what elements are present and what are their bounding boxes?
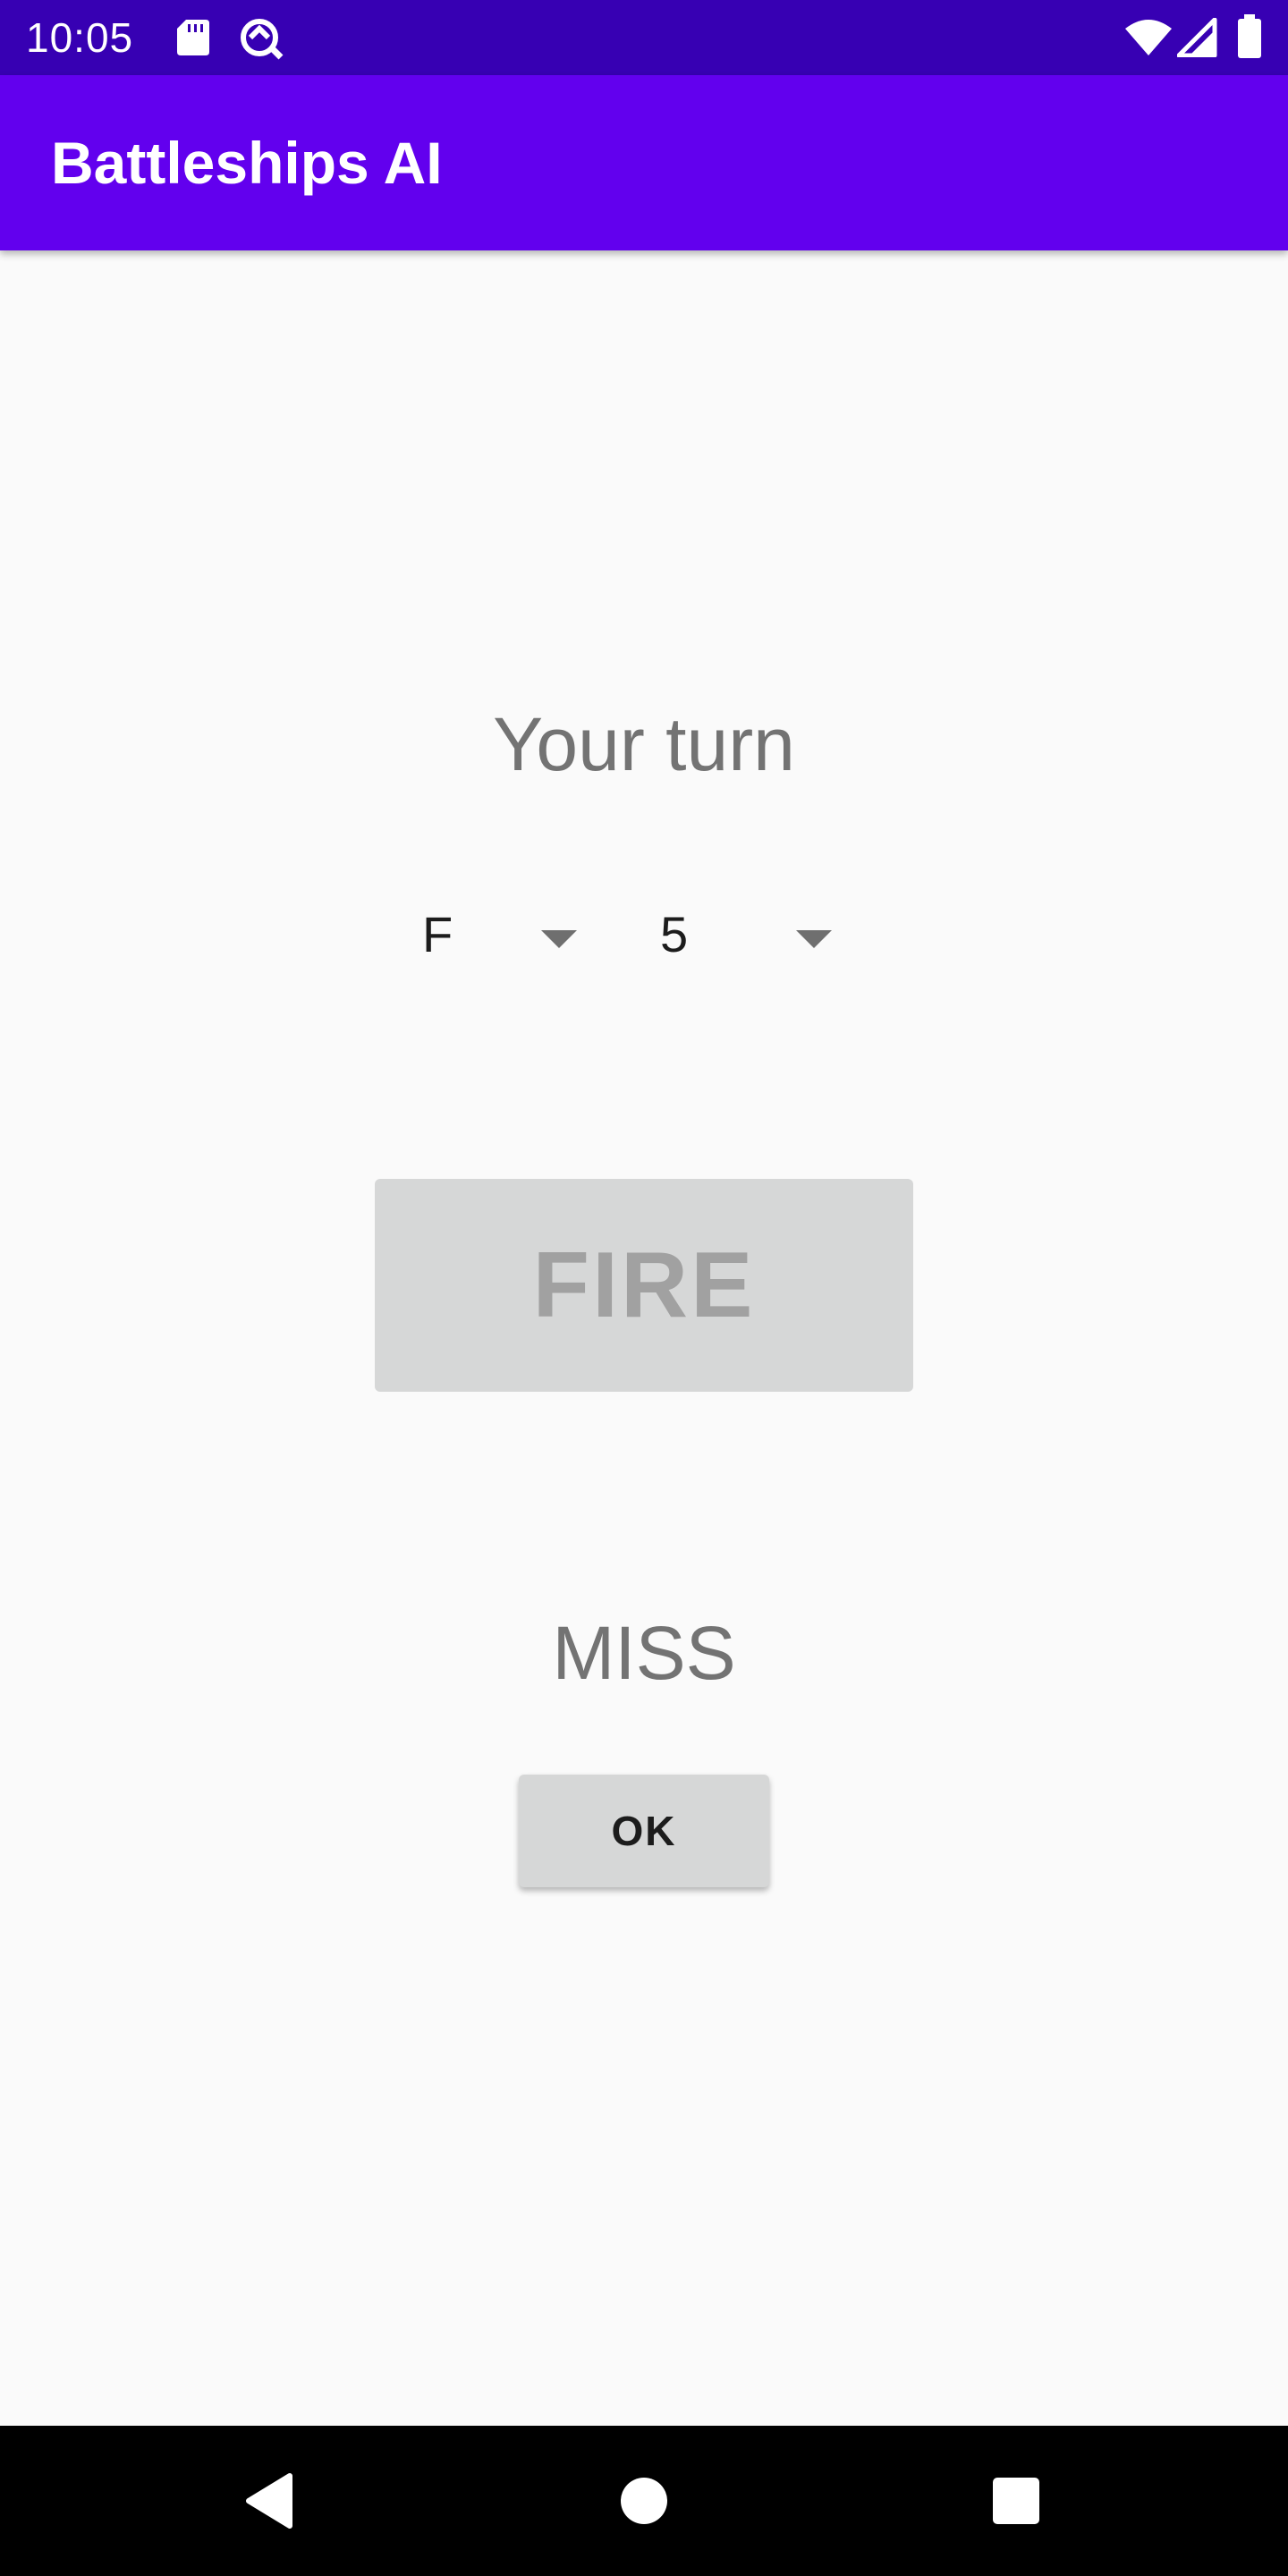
result-label: MISS <box>552 1611 736 1695</box>
recents-button[interactable] <box>927 2426 1106 2576</box>
status-time: 10:05 <box>26 14 134 61</box>
fire-button[interactable]: FIRE <box>375 1179 913 1392</box>
home-button[interactable] <box>555 2426 733 2576</box>
navigation-bar <box>0 2426 1288 2576</box>
back-button[interactable] <box>179 2426 358 2576</box>
wifi-icon <box>1125 20 1172 55</box>
app-title: Battleships AI <box>51 130 443 196</box>
turn-label: Your turn <box>493 702 795 786</box>
home-icon <box>621 2478 667 2524</box>
ok-button[interactable]: OK <box>519 1775 769 1887</box>
dropdown-arrow-icon <box>541 930 577 948</box>
sd-card-icon <box>177 20 209 55</box>
dropdown-arrow-icon <box>796 930 832 948</box>
column-spinner-value: 5 <box>660 906 689 962</box>
data-saver-icon <box>241 19 284 60</box>
battery-icon <box>1238 14 1261 58</box>
column-spinner[interactable]: 5 <box>660 886 843 984</box>
back-icon <box>246 2473 292 2529</box>
row-spinner[interactable]: F <box>422 886 587 984</box>
status-bar: 10:05 <box>0 0 1288 75</box>
row-spinner-value: F <box>422 906 453 962</box>
recents-icon <box>993 2478 1039 2524</box>
app-bar: Battleships AI <box>0 75 1288 250</box>
cell-signal-icon <box>1177 18 1217 57</box>
